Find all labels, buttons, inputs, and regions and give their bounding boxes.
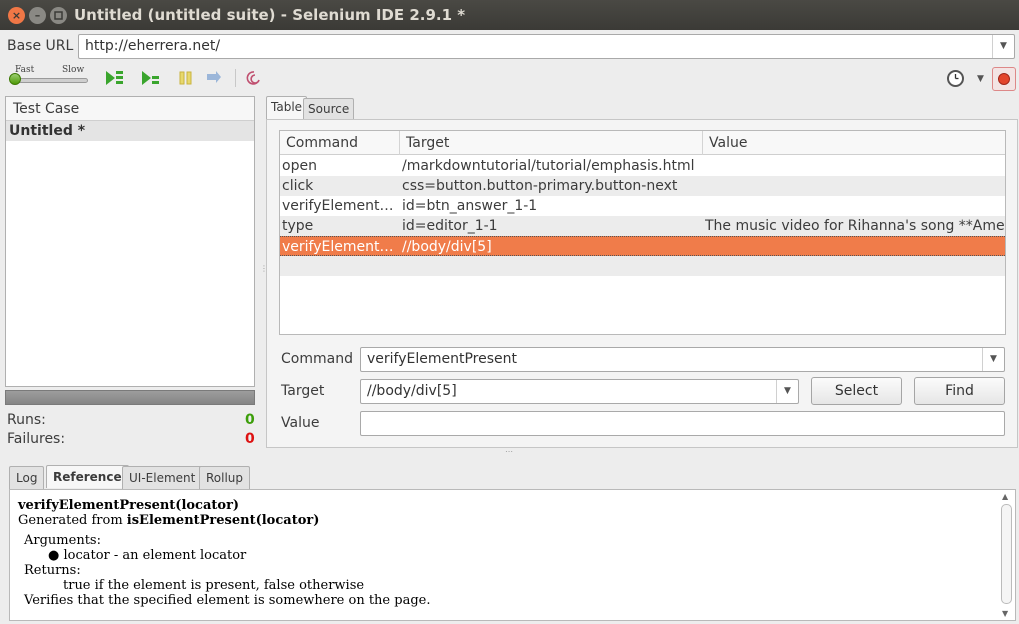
column-header-value[interactable]: Value xyxy=(703,131,1005,155)
step-icon[interactable] xyxy=(204,69,224,87)
table-row[interactable]: verifyElement… id=btn_answer_1-1 xyxy=(280,196,1005,216)
maximize-icon xyxy=(54,11,63,20)
window-title: Untitled (untitled suite) - Selenium IDE… xyxy=(74,6,466,24)
row-target: css=button.button-primary.button-next xyxy=(402,178,678,194)
table-header: Command Target Value xyxy=(280,131,1005,155)
reference-arguments-label: Arguments: xyxy=(24,533,101,548)
table-row[interactable]: click css=button.button-primary.button-n… xyxy=(280,176,1005,196)
reference-generated: Generated from isElementPresent(locator) xyxy=(18,513,319,528)
row-target: //body/div[5] xyxy=(402,239,492,255)
record-icon xyxy=(998,73,1010,85)
reference-signature: verifyElementPresent(locator) xyxy=(18,498,240,513)
pause-icon[interactable] xyxy=(176,69,196,87)
base-url-input[interactable]: http://eherrera.net/ ▼ xyxy=(78,34,1015,59)
close-icon: × xyxy=(11,9,22,22)
row-value: The music video for Rihanna's song **Ame… xyxy=(705,218,1005,234)
chevron-down-icon[interactable]: ▼ xyxy=(992,35,1014,58)
vertical-splitter[interactable]: ⋮ xyxy=(260,264,268,276)
tab-log[interactable]: Log xyxy=(9,466,45,489)
clock-icon[interactable] xyxy=(947,70,964,87)
record-button[interactable] xyxy=(992,67,1016,91)
column-header-target[interactable]: Target xyxy=(400,131,703,155)
failures-label: Failures: xyxy=(7,431,66,447)
scroll-down-icon[interactable]: ▼ xyxy=(1002,609,1008,618)
test-case-header: Test Case xyxy=(6,97,254,121)
test-case-item[interactable]: Untitled * xyxy=(6,121,254,141)
runs-count: 0 xyxy=(245,412,255,428)
rollup-icon[interactable] xyxy=(244,69,264,87)
row-command: verifyElement… xyxy=(282,239,394,255)
tab-source[interactable]: Source xyxy=(303,98,355,120)
reference-generated-fn: isElementPresent(locator) xyxy=(126,513,320,528)
reference-panel: verifyElementPresent(locator) Generated … xyxy=(9,489,1016,621)
table-row-empty[interactable] xyxy=(280,256,1005,276)
command-value: verifyElementPresent xyxy=(367,351,518,367)
target-input[interactable]: //body/div[5] ▼ xyxy=(360,379,799,404)
reference-argument: ● locator - an element locator xyxy=(48,548,246,563)
tab-reference[interactable]: Reference xyxy=(46,465,129,488)
speed-slider[interactable] xyxy=(12,78,88,83)
command-label: Command xyxy=(281,351,353,367)
play-test-case-icon[interactable] xyxy=(140,69,160,87)
reference-returns-label: Returns: xyxy=(24,563,81,578)
play-suite-icon[interactable] xyxy=(104,69,124,87)
reference-returns-text: true if the element is present, false ot… xyxy=(63,578,365,593)
base-url-label: Base URL xyxy=(7,38,74,54)
minimize-icon: – xyxy=(34,9,41,22)
find-button[interactable]: Find xyxy=(914,377,1005,405)
tab-rollup[interactable]: Rollup xyxy=(199,466,251,489)
column-header-command[interactable]: Command xyxy=(280,131,400,155)
command-input[interactable]: verifyElementPresent ▼ xyxy=(360,347,1005,372)
title-bar: × – Untitled (untitled suite) - Selenium… xyxy=(0,0,1019,30)
reference-argument-text: locator - an element locator xyxy=(63,548,247,563)
failures-count: 0 xyxy=(245,431,255,447)
target-value: //body/div[5] xyxy=(367,383,457,399)
runs-label: Runs: xyxy=(7,412,46,428)
horizontal-splitter[interactable]: ⋯ xyxy=(505,447,513,456)
test-case-list: Test Case Untitled * xyxy=(5,96,255,387)
chevron-down-icon[interactable]: ▼ xyxy=(776,380,798,403)
row-target: id=editor_1-1 xyxy=(402,218,498,234)
toolbar-separator xyxy=(235,69,236,87)
minimize-window-button[interactable]: – xyxy=(29,7,46,24)
reference-generated-prefix: Generated from xyxy=(18,513,127,528)
row-target: id=btn_answer_1-1 xyxy=(402,198,538,214)
close-window-button[interactable]: × xyxy=(8,7,25,24)
base-url-value: http://eherrera.net/ xyxy=(85,38,221,54)
tab-ui-element[interactable]: UI-Element xyxy=(122,466,203,489)
scroll-up-icon[interactable]: ▲ xyxy=(1002,492,1008,501)
bullet-icon: ● xyxy=(48,548,60,563)
command-table: Command Target Value open /markdowntutor… xyxy=(279,130,1006,335)
row-command: open xyxy=(282,158,317,174)
value-input[interactable] xyxy=(360,411,1005,436)
chevron-down-icon[interactable]: ▼ xyxy=(982,348,1004,371)
value-label: Value xyxy=(281,415,320,431)
table-row[interactable]: type id=editor_1-1 The music video for R… xyxy=(280,216,1005,236)
row-command: type xyxy=(282,218,314,234)
progress-bar xyxy=(5,390,255,405)
chevron-down-icon[interactable]: ▼ xyxy=(977,74,984,84)
scrollbar-thumb[interactable] xyxy=(1001,504,1012,604)
reference-description: Verifies that the specified element is s… xyxy=(24,593,431,608)
row-target: /markdowntutorial/tutorial/emphasis.html xyxy=(402,158,695,174)
speed-slow-label: Slow xyxy=(62,65,85,75)
speed-slider-handle[interactable] xyxy=(9,73,21,85)
table-row-selected[interactable]: verifyElement… //body/div[5] xyxy=(280,236,1005,256)
row-command: verifyElement… xyxy=(282,198,394,214)
table-row[interactable]: open /markdowntutorial/tutorial/emphasis… xyxy=(280,156,1005,176)
tab-table[interactable]: Table xyxy=(266,96,308,120)
row-command: click xyxy=(282,178,314,194)
target-label: Target xyxy=(281,383,325,399)
maximize-window-button[interactable] xyxy=(50,7,67,24)
select-button[interactable]: Select xyxy=(811,377,902,405)
reference-scrollbar[interactable]: ▲ ▼ xyxy=(1001,492,1013,618)
